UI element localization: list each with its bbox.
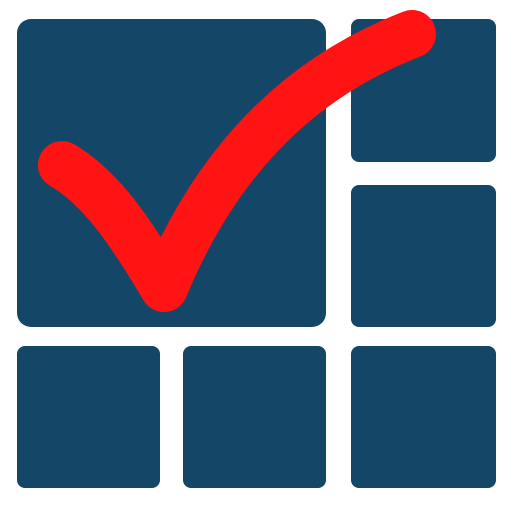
tile-middle-right xyxy=(351,185,496,327)
logo xyxy=(0,0,512,512)
tile-bottom-right xyxy=(351,346,496,488)
grid-check-icon xyxy=(17,10,496,488)
tile-bottom-left xyxy=(17,346,160,488)
tile-bottom-middle xyxy=(183,346,326,488)
grid-tiles xyxy=(17,19,496,488)
